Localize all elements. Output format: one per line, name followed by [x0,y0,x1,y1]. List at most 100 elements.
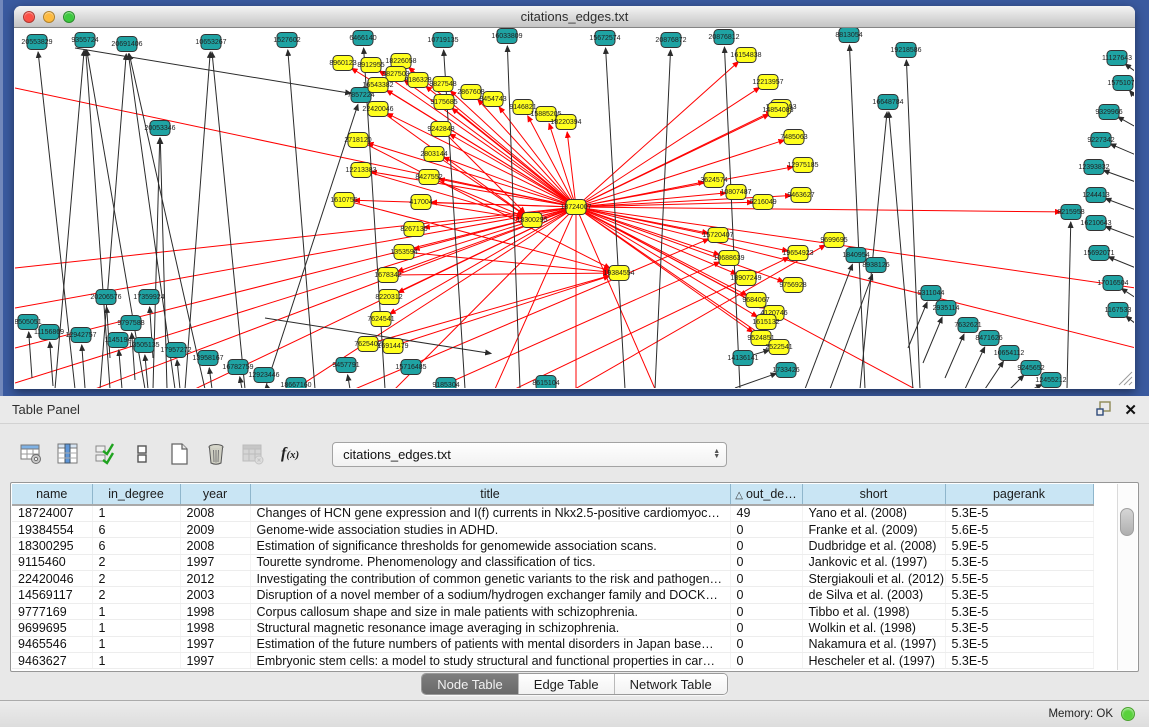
graph-node[interactable]: 8912955 [357,58,384,73]
citation-edge-black[interactable] [923,317,942,363]
graph-node[interactable]: 1615132 [752,315,779,330]
citation-edge-black[interactable] [849,45,865,388]
graph-node[interactable]: 1167533 [1105,303,1132,318]
graph-node[interactable]: 6466140 [349,31,376,46]
citation-edge-black[interactable] [1033,384,1042,388]
citation-edge-black[interactable] [1010,375,1024,388]
graph-node[interactable]: 16648784 [872,95,903,110]
citation-edge-red[interactable] [387,113,576,207]
citation-edge-red[interactable] [424,207,576,228]
column-header-year[interactable]: year [180,484,250,505]
graph-node[interactable]: 20876812 [708,30,739,45]
close-window-icon[interactable] [23,11,35,23]
graph-node[interactable]: 9463627 [787,188,814,203]
graph-node[interactable]: 8215958 [1057,205,1084,220]
citation-edge-black[interactable] [1105,199,1134,210]
graph-node[interactable]: 8427552 [415,170,442,185]
citation-edge-black[interactable] [805,264,852,388]
graph-node[interactable]: 20691406 [111,37,142,52]
scrollbar-thumb[interactable] [1120,508,1134,536]
graph-node[interactable]: 9457791 [332,358,359,373]
citation-edge-black[interactable] [209,368,212,388]
graph-node[interactable]: 9175685 [430,95,457,110]
citation-edge-black[interactable] [735,373,777,388]
graph-node[interactable]: 8267130 [400,222,427,237]
graph-node[interactable]: 14136141 [727,351,758,366]
graph-node[interactable]: 8938126 [862,258,889,273]
graph-node[interactable]: 11127643 [1102,51,1132,66]
table-row[interactable]: 969969511998Structural magnetic resonanc… [12,620,1093,636]
graph-node[interactable]: 20876872 [655,33,686,48]
graph-node[interactable]: 2935114 [933,301,960,316]
citation-edge-black[interactable] [1067,222,1071,388]
citation-edge-black[interactable] [945,334,964,378]
vertical-scrollbar[interactable] [1117,484,1137,670]
citation-edge-black[interactable] [1121,288,1134,298]
graph-node[interactable]: 18667160 [280,378,311,389]
graph-node[interactable]: 1733426 [772,363,799,378]
graph-node[interactable]: 1840954 [842,248,869,263]
graph-node[interactable]: 2803144 [420,147,447,162]
table-row[interactable]: 977716911998Corpus callosum shape and si… [12,603,1093,619]
graph-node[interactable]: 15692071 [1083,246,1114,261]
table-row[interactable]: 911546021997Tourette syndrome. Phenomeno… [12,554,1093,570]
citation-edge-black[interactable] [348,375,350,388]
graph-node[interactable]: 20053346 [144,121,175,136]
citation-edge-red[interactable] [576,207,1061,212]
citation-edge-black[interactable] [185,52,210,388]
citation-edge-black[interactable] [119,350,122,388]
graph-node[interactable]: 2718120 [344,133,371,148]
graph-node[interactable]: 6216049 [749,195,776,210]
graph-node[interactable]: 9185304 [432,378,459,389]
graph-node[interactable]: 7632621 [954,318,981,333]
graph-node[interactable]: 9355724 [71,33,98,48]
graph-node[interactable]: 8960123 [329,56,356,71]
citation-edge-black[interactable] [82,345,85,388]
citation-edge-black[interactable] [985,361,1003,388]
memory-ok-indicator-icon[interactable] [1121,707,1135,721]
citation-edge-black[interactable] [1103,170,1134,182]
table-row[interactable]: 1872400712008Changes of HCN gene express… [12,505,1093,521]
graph-node[interactable]: 17957272 [160,343,191,358]
graph-node[interactable]: 1678342 [374,268,401,283]
graph-node[interactable]: 3624574 [700,173,727,188]
citation-edge-red[interactable] [368,143,576,207]
column-header-in-degree[interactable]: in_degree [92,484,180,505]
citation-edge-black[interactable] [75,48,351,93]
citation-edge-red[interactable] [15,207,576,348]
citation-edge-black[interactable] [288,50,315,388]
graph-node[interactable]: 9242848 [427,122,454,137]
graph-node[interactable]: 20553829 [21,35,52,50]
graph-node[interactable]: 7624541 [367,312,394,327]
graph-node[interactable]: 8813054 [835,28,862,43]
graph-node[interactable]: 9245652 [1017,361,1044,376]
window-titlebar[interactable]: citations_edges.txt [14,6,1135,28]
graph-node[interactable]: 9827548 [429,77,456,92]
graph-node[interactable]: 10653267 [195,35,226,50]
citation-edge-black[interactable] [29,332,32,378]
table-row[interactable]: 946362711997Embryonic stem cells: a mode… [12,653,1093,669]
citation-edge-black[interactable] [1126,316,1134,324]
graph-node[interactable]: 1244413 [1082,188,1109,203]
citation-edge-red[interactable] [95,207,576,388]
table-settings-icon[interactable] [18,441,44,467]
graph-node[interactable]: 16033809 [491,29,522,44]
citation-edge-red[interactable] [368,276,609,344]
graph-node[interactable]: 9227342 [1087,133,1114,148]
graph-node[interactable]: 12393832 [1078,160,1109,175]
citation-edge-black[interactable] [177,360,180,388]
graph-node[interactable]: 17359924 [133,290,164,305]
graph-node[interactable]: 8220312 [375,290,402,305]
graph-node[interactable]: 15751074 [1107,76,1134,91]
citation-edge-black[interactable] [1105,227,1134,238]
table-row[interactable]: 1938455462009Genome-wide association stu… [12,521,1093,537]
zoom-window-icon[interactable] [63,11,75,23]
graph-node[interactable]: 8454743 [479,92,506,107]
column-header-pagerank[interactable]: pagerank [945,484,1093,505]
citation-edge-black[interactable] [267,385,268,388]
graph-node[interactable]: 9756928 [779,278,806,293]
graph-node[interactable]: 12975185 [787,158,818,173]
column-header-out-degree[interactable]: △out_de… [730,484,802,505]
citation-edge-black[interactable] [145,355,148,388]
graph-node[interactable]: 2522541 [765,340,792,355]
